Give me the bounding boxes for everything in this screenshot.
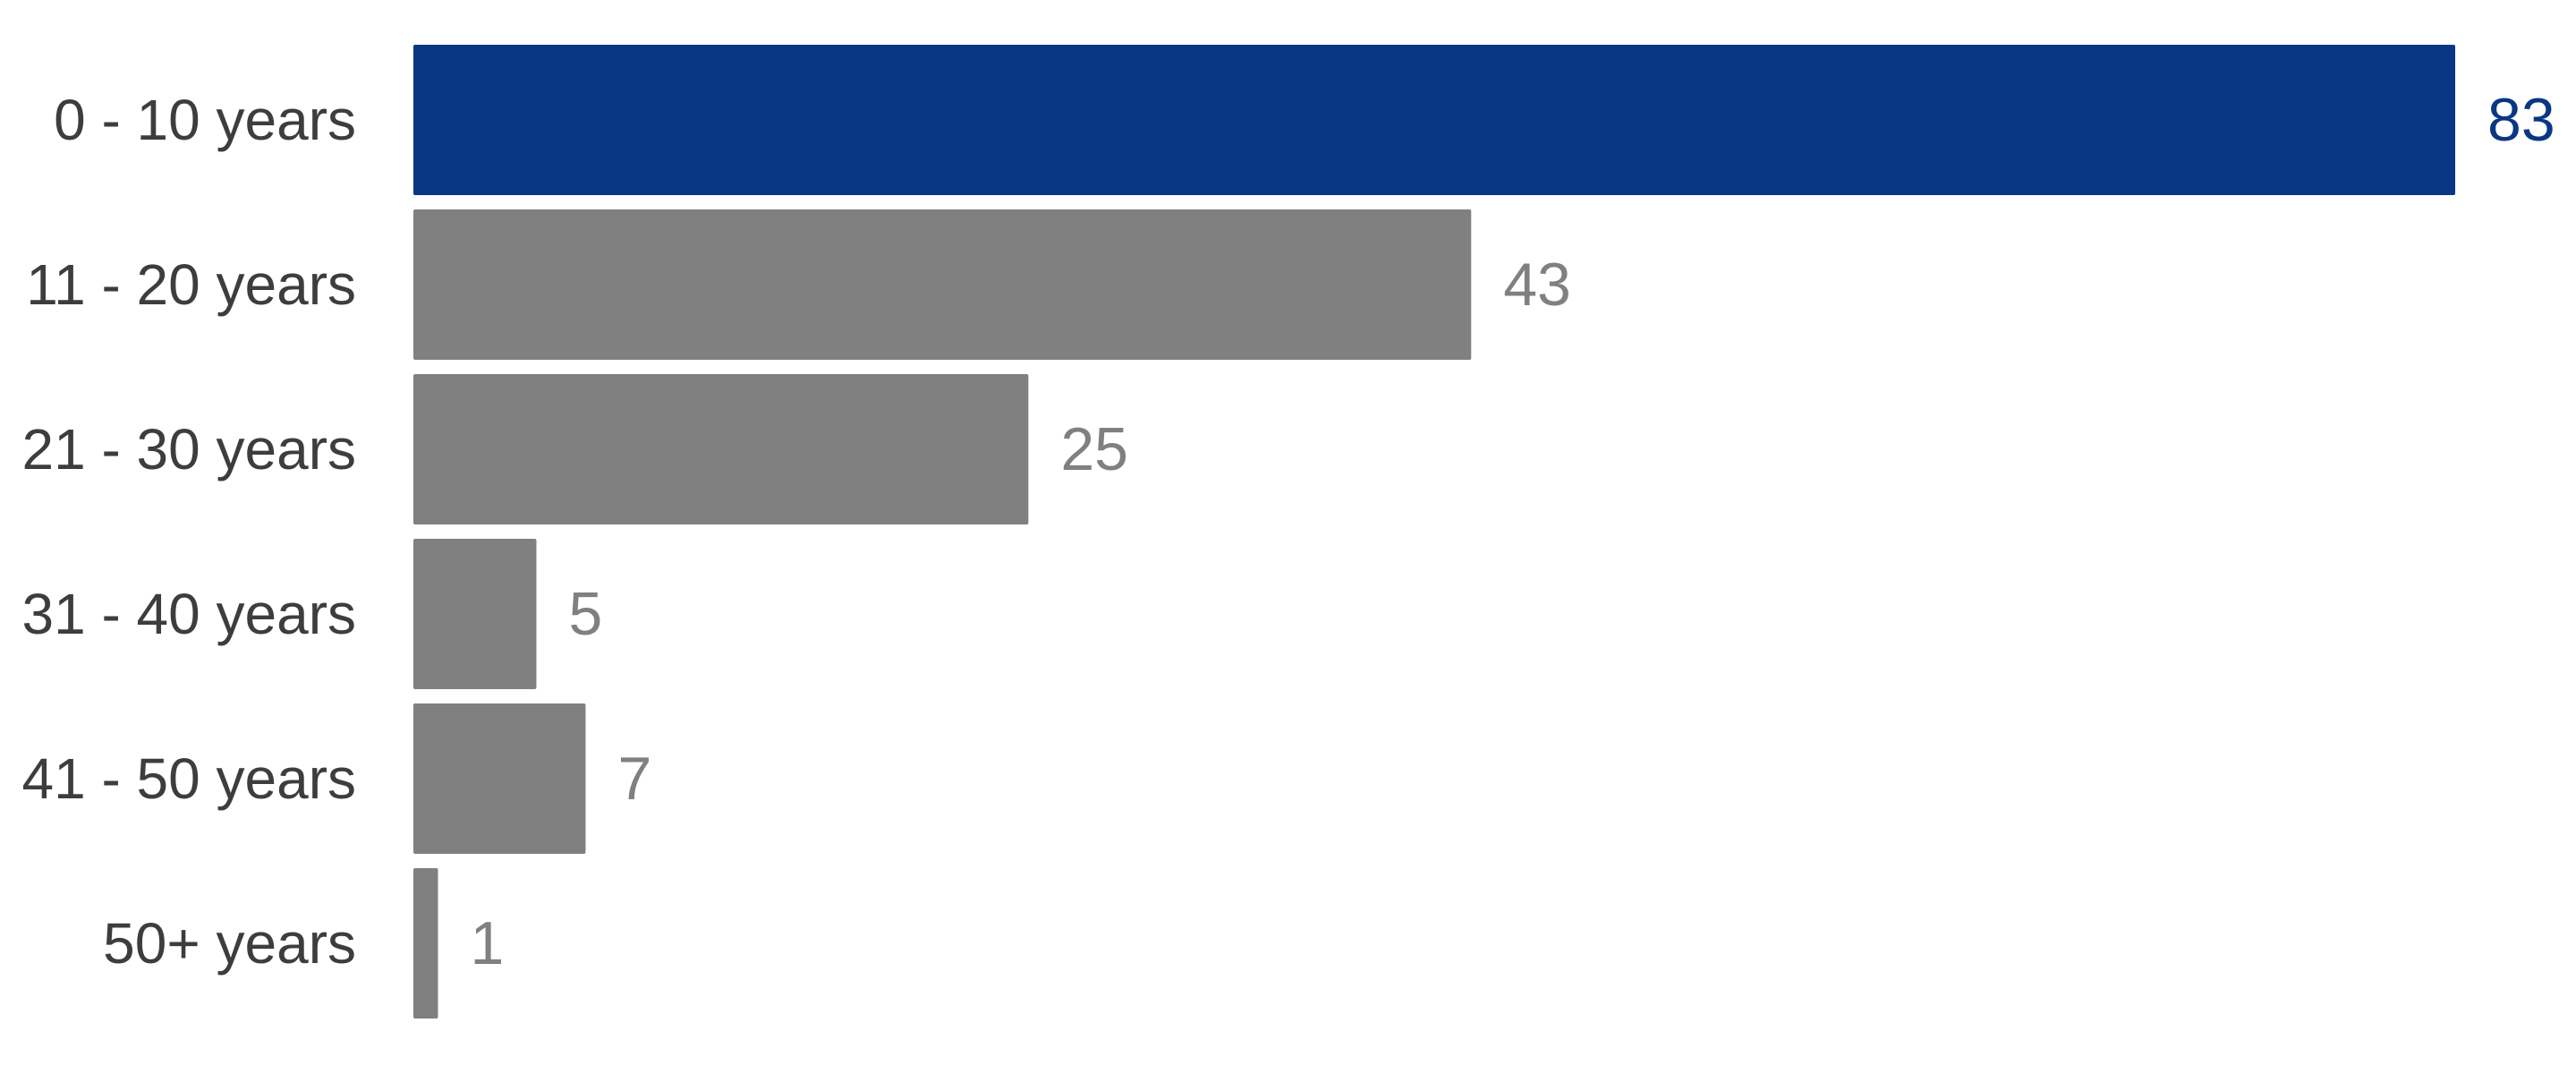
category-label: 41 - 50 years [21, 746, 356, 811]
bars [413, 45, 2455, 1019]
bar-41-50-years [413, 703, 586, 854]
value-label: 5 [568, 580, 602, 648]
bar-50-years [413, 868, 438, 1019]
category-label: 0 - 10 years [54, 88, 356, 152]
bar-11-20-years [413, 209, 1472, 360]
value-label: 43 [1503, 251, 1571, 319]
bar-31-40-years [413, 539, 537, 689]
horizontal-bar-chart: 0 - 10 years 11 - 20 years 21 - 30 years 31… [21, 45, 2555, 1019]
value-label: 7 [617, 745, 651, 813]
category-label: 50+ years [103, 911, 356, 976]
bar-0-10-years [413, 45, 2455, 195]
value-label: 25 [1060, 415, 1128, 483]
category-label: 21 - 30 years [21, 417, 356, 482]
bar-21-30-years [413, 374, 1029, 524]
category-label: 31 - 40 years [21, 582, 356, 646]
category-label: 11 - 20 years [26, 252, 356, 317]
value-label: 83 [2487, 86, 2555, 154]
value-label: 1 [470, 909, 504, 977]
category-labels: 0 - 10 years 11 - 20 years 21 - 30 years 31… [21, 88, 356, 976]
